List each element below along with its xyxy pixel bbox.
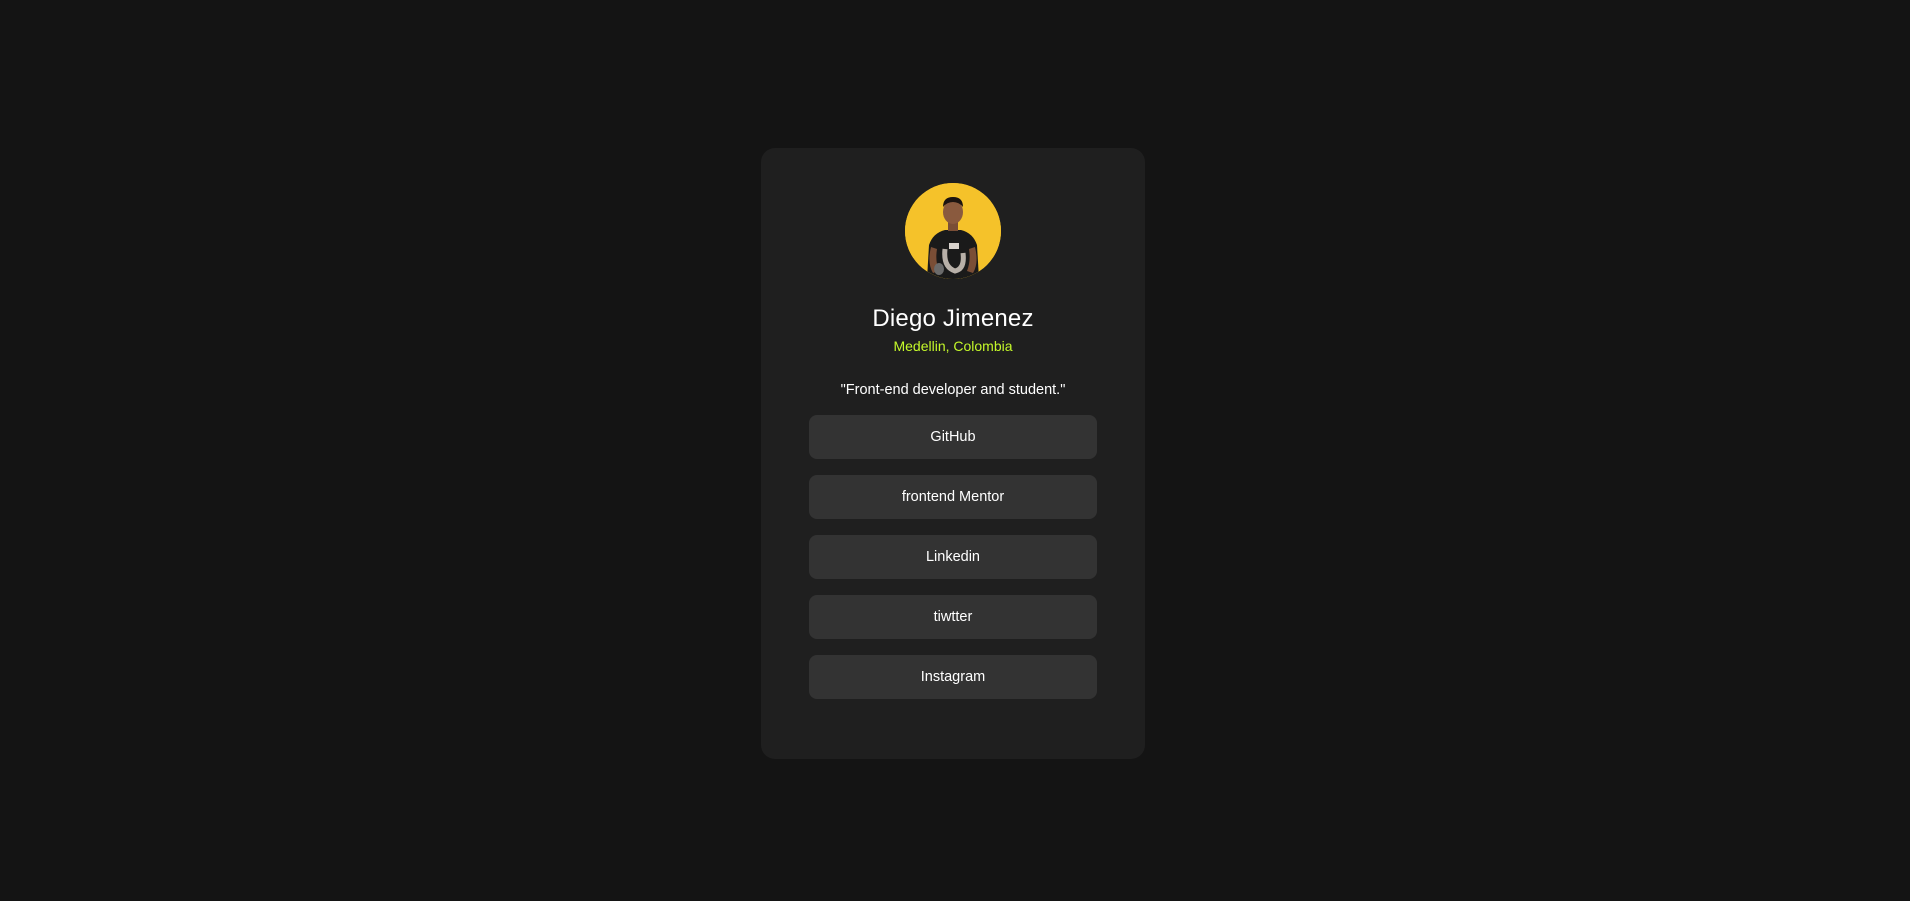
instagram-link-button[interactable]: Instagram — [809, 655, 1097, 699]
profile-location: Medellin, Colombia — [893, 338, 1013, 354]
social-links-list: GitHub frontend Mentor Linkedin tiwtter … — [809, 415, 1097, 699]
profile-name: Diego Jimenez — [872, 305, 1034, 332]
profile-bio: "Front-end developer and student." — [840, 382, 1066, 398]
avatar — [905, 183, 1001, 279]
frontend-mentor-link-button[interactable]: frontend Mentor — [809, 475, 1097, 519]
twitter-link-button[interactable]: tiwtter — [809, 595, 1097, 639]
avatar-photo-icon — [905, 183, 1001, 279]
profile-card: Diego Jimenez Medellin, Colombia "Front-… — [761, 148, 1145, 759]
github-link-button[interactable]: GitHub — [809, 415, 1097, 459]
linkedin-link-button[interactable]: Linkedin — [809, 535, 1097, 579]
